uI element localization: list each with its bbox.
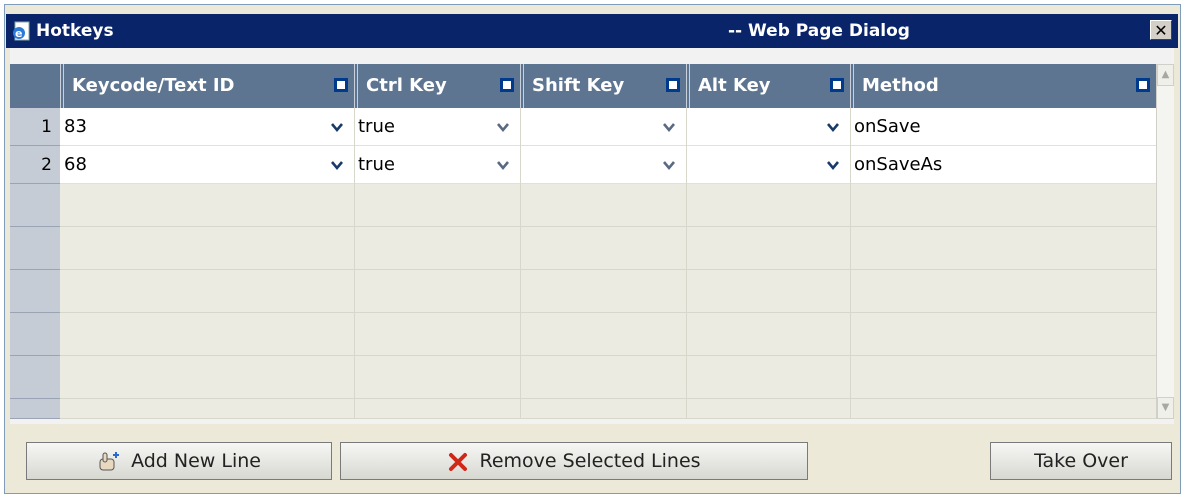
chevron-down-icon[interactable] [330, 158, 344, 172]
column-header-label: Shift Key [532, 75, 625, 96]
hotkeys-grid: Keycode/Text ID Ctrl Key Shift Key Alt K… [10, 64, 1156, 419]
column-menu-icon[interactable] [666, 78, 680, 92]
column-header-label: Keycode/Text ID [72, 75, 235, 96]
row-number[interactable] [10, 313, 60, 356]
row-number[interactable] [10, 184, 60, 227]
take-over-label: Take Over [1034, 450, 1128, 472]
column-divider [850, 108, 851, 419]
row-number[interactable] [10, 227, 60, 270]
row-number[interactable]: 2 [10, 146, 60, 184]
remove-selected-lines-label: Remove Selected Lines [479, 450, 701, 472]
svg-text:e: e [15, 27, 22, 40]
column-header-keycode[interactable]: Keycode/Text ID [60, 64, 354, 108]
chevron-down-icon[interactable] [826, 120, 840, 134]
grid-area: Keycode/Text ID Ctrl Key Shift Key Alt K… [10, 48, 1174, 424]
dialog-title: Hotkeys [36, 21, 114, 41]
vertical-scrollbar[interactable]: ▲ ▼ [1156, 64, 1174, 419]
scroll-up-button[interactable]: ▲ [1157, 64, 1174, 86]
row-number[interactable] [10, 356, 60, 399]
chevron-down-icon[interactable] [662, 120, 676, 134]
chevron-down-icon[interactable] [496, 120, 510, 134]
title-bar: e Hotkeys -- Web Page Dialog ✕ [6, 14, 1178, 48]
close-button[interactable]: ✕ [1150, 20, 1172, 40]
empty-row[interactable] [60, 313, 1156, 356]
close-icon: ✕ [1154, 21, 1168, 40]
empty-row[interactable] [60, 399, 1156, 419]
scroll-down-button[interactable]: ▼ [1157, 397, 1174, 419]
empty-row[interactable] [60, 270, 1156, 313]
column-divider [686, 108, 687, 419]
column-divider [354, 108, 355, 419]
column-header-ctrl[interactable]: Ctrl Key [354, 64, 520, 108]
table-row[interactable]: 68 true onSaveAs [60, 146, 1156, 184]
empty-row[interactable] [60, 227, 1156, 270]
row-number[interactable] [10, 399, 60, 419]
remove-selected-lines-button[interactable]: Remove Selected Lines [340, 442, 808, 480]
column-header-method[interactable]: Method [850, 64, 1156, 108]
chevron-down-icon[interactable] [826, 158, 840, 172]
column-header-label: Ctrl Key [366, 75, 447, 96]
chevron-down-icon[interactable] [662, 158, 676, 172]
add-new-line-label: Add New Line [131, 450, 261, 472]
dialog-subtitle: -- Web Page Dialog [728, 21, 910, 41]
row-number[interactable]: 1 [10, 108, 60, 146]
column-header-shift[interactable]: Shift Key [520, 64, 686, 108]
table-row[interactable]: 83 true onSave [60, 108, 1156, 146]
column-menu-icon[interactable] [500, 78, 514, 92]
column-divider [520, 108, 521, 419]
empty-row[interactable] [60, 184, 1156, 227]
column-menu-icon[interactable] [1136, 78, 1150, 92]
method-cell[interactable]: onSaveAs [850, 146, 1156, 184]
column-menu-icon[interactable] [830, 78, 844, 92]
grid-corner [10, 64, 60, 108]
method-cell[interactable]: onSave [850, 108, 1156, 146]
red-x-icon [449, 452, 468, 471]
row-number[interactable] [10, 270, 60, 313]
ie-page-icon: e [13, 21, 30, 41]
chevron-down-icon[interactable] [330, 120, 344, 134]
keycode-cell[interactable]: 83 [60, 108, 354, 146]
keycode-cell[interactable]: 68 [60, 146, 354, 184]
empty-row[interactable] [60, 356, 1156, 399]
column-header-alt[interactable]: Alt Key [686, 64, 850, 108]
column-header-label: Method [862, 75, 939, 96]
take-over-button[interactable]: Take Over [990, 442, 1172, 480]
arrow-down-icon: ▼ [1161, 402, 1170, 413]
button-bar: Add New Line Remove Selected Lines Take … [10, 432, 1174, 486]
chevron-down-icon[interactable] [496, 158, 510, 172]
column-menu-icon[interactable] [334, 78, 348, 92]
arrow-up-icon: ▲ [1161, 69, 1170, 80]
column-header-label: Alt Key [698, 75, 771, 96]
add-new-line-button[interactable]: Add New Line [26, 442, 332, 480]
hand-pointer-icon [99, 451, 120, 470]
